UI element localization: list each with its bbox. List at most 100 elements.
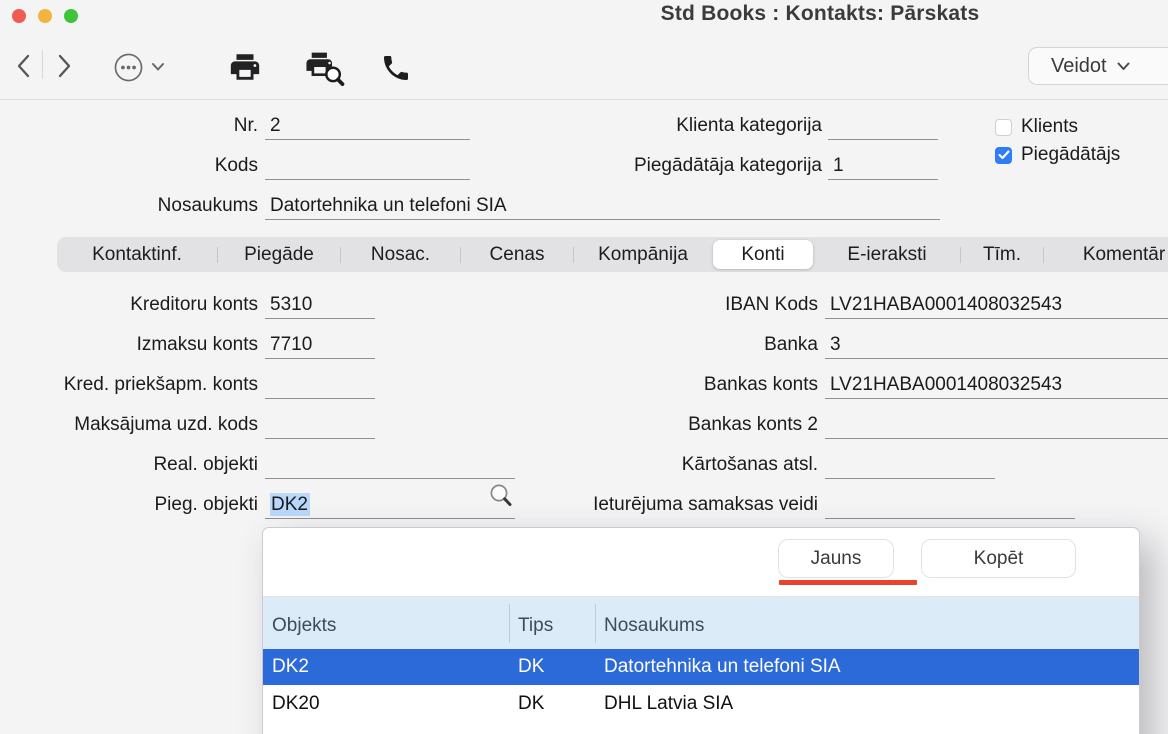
bankas-konts-field[interactable]: LV21HABA0001408032543 (825, 371, 1168, 399)
field-label-kartosanas-atsl: Kārtošanas atsl. (500, 451, 818, 479)
minimize-window-button[interactable] (38, 9, 52, 23)
piegadataja-kategorija-value: 1 (833, 155, 844, 176)
create-button[interactable]: Veidot (1028, 47, 1168, 85)
banka-value: 3 (830, 334, 841, 355)
tab-piegade[interactable]: Piegāde (218, 237, 340, 272)
tab-cenas[interactable]: Cenas (461, 237, 573, 272)
bankas-konts-value: LV21HABA0001408032543 (830, 374, 1062, 395)
klients-checkbox-row[interactable]: Klients (995, 116, 1078, 138)
phone-button[interactable] (378, 49, 414, 87)
izmaksu-konts-value: 7710 (270, 334, 312, 355)
piegadataja-kategorija-field[interactable]: 1 (828, 152, 938, 180)
ellipsis-circle-icon (113, 52, 144, 83)
bankas-konts-2-field[interactable] (825, 411, 1168, 439)
piegadatajs-checkbox[interactable] (995, 147, 1012, 164)
window-title: Std Books : Kontakts: Pārskats (520, 2, 1120, 26)
field-label-izmaksu-konts: Izmaksu konts (0, 331, 258, 359)
maksajuma-uzd-kods-field[interactable] (265, 411, 375, 439)
izmaksu-konts-field[interactable]: 7710 (265, 331, 375, 359)
forward-chevron-icon (55, 53, 73, 79)
close-window-button[interactable] (12, 9, 26, 23)
paste-special-popup: Jauns Kopēt Objekts Tips Nosaukums DK2 D… (262, 527, 1140, 734)
nosaukums-field[interactable]: Datortehnika un telefoni SIA (265, 192, 940, 220)
field-label-bankas-konts: Bankas konts (500, 371, 818, 399)
column-header-nosaukums[interactable]: Nosaukums (604, 615, 704, 637)
back-button[interactable] (12, 51, 36, 81)
active-button-underline (779, 580, 917, 585)
app-window: Std Books : Kontakts: Pārskats Veidot Nr… (0, 0, 1168, 734)
banka-field[interactable]: 3 (825, 331, 1168, 359)
chevron-down-icon (1117, 62, 1130, 71)
table-header-row: Objekts Tips Nosaukums (263, 596, 1139, 649)
kreditoru-konts-field[interactable]: 5310 (265, 291, 375, 319)
kreditoru-konts-value: 5310 (270, 294, 312, 315)
more-options-button[interactable] (113, 51, 165, 83)
field-label-real-objekti: Real. objekti (0, 451, 258, 479)
field-label-klienta-kategorija: Klienta kategorija (540, 112, 822, 140)
kods-field[interactable] (265, 152, 470, 180)
tab-e-ieraksti[interactable]: E-ieraksti (814, 237, 960, 272)
tab-komentars[interactable]: Komentār (1044, 237, 1168, 272)
field-label-iban-kods: IBAN Kods (500, 291, 818, 319)
klients-checkbox[interactable] (995, 119, 1012, 136)
zoom-window-button[interactable] (64, 9, 78, 23)
print-button[interactable] (225, 48, 265, 86)
field-label-banka: Banka (500, 331, 818, 359)
column-header-tips[interactable]: Tips (518, 615, 553, 637)
pieg-objekti-field[interactable]: DK2 (265, 491, 515, 519)
print-preview-button[interactable] (300, 48, 348, 88)
ieturejuma-samaksas-veidi-field[interactable] (825, 491, 1075, 519)
printer-preview-icon (302, 49, 346, 87)
field-label-pieg-objekti: Pieg. objekti (0, 491, 258, 519)
row-nosaukums: DHL Latvia SIA (604, 693, 733, 715)
field-label-bankas-konts-2: Bankas konts 2 (500, 411, 818, 439)
forward-button[interactable] (52, 51, 76, 81)
nr-value: 2 (270, 115, 281, 136)
row-tips: DK (518, 656, 544, 678)
field-label-piegadataja-kategorija: Piegādātāja kategorija (540, 152, 822, 180)
nr-field[interactable]: 2 (265, 112, 470, 140)
create-button-label: Veidot (1051, 55, 1107, 78)
chevron-down-icon (151, 62, 165, 72)
column-header-objekts[interactable]: Objekts (272, 615, 336, 637)
tab-tim[interactable]: Tīm. (961, 237, 1043, 272)
field-label-kreditoru-konts: Kreditoru konts (0, 291, 258, 319)
pieg-objekti-value: DK2 (270, 493, 310, 516)
field-label-nr: Nr. (0, 112, 258, 140)
tab-nosac[interactable]: Nosac. (341, 237, 460, 272)
row-objekts: DK2 (272, 656, 309, 678)
phone-icon (380, 52, 412, 84)
kred-prieksapm-konts-field[interactable] (265, 371, 375, 399)
real-objekti-field[interactable] (265, 451, 515, 479)
iban-kods-value: LV21HABA0001408032543 (830, 294, 1062, 315)
back-chevron-icon (15, 53, 33, 79)
tab-bar: Kontaktinf. Piegāde Nosac. Cenas Kompāni… (57, 237, 1168, 272)
klienta-kategorija-field[interactable] (828, 112, 938, 140)
checkmark-icon (998, 150, 1010, 160)
tab-kompanija[interactable]: Kompānija (574, 237, 712, 272)
field-label-maksajuma-uzd-kods: Maksājuma uzd. kods (0, 411, 258, 439)
nosaukums-value: Datortehnika un telefoni SIA (270, 195, 507, 216)
column-divider (595, 604, 596, 643)
printer-icon (228, 50, 262, 84)
piegadatajs-checkbox-row[interactable]: Piegādātājs (995, 144, 1120, 166)
field-label-kred-prieksapm-konts: Kred. priekšapm. konts (0, 371, 258, 399)
copy-button[interactable]: Kopēt (921, 539, 1076, 578)
kartosanas-atsl-field[interactable] (825, 451, 995, 479)
row-nosaukums: Datortehnika un telefoni SIA (604, 656, 841, 678)
iban-kods-field[interactable]: LV21HABA0001408032543 (825, 291, 1168, 319)
tab-kontaktinf[interactable]: Kontaktinf. (57, 237, 217, 272)
field-label-nosaukums: Nosaukums (0, 192, 258, 220)
toolbar-divider (42, 50, 43, 79)
row-tips: DK (518, 693, 544, 715)
tab-konti[interactable]: Konti (713, 240, 813, 269)
toolbar-separator (0, 99, 1168, 100)
field-label-kods: Kods (0, 152, 258, 180)
table-row[interactable]: DK20 DK DHL Latvia SIA (263, 685, 1139, 723)
table-row-selected[interactable]: DK2 DK Datortehnika un telefoni SIA (263, 649, 1139, 685)
row-objekts: DK20 (272, 693, 320, 715)
field-label-ieturejuma-samaksas-veidi: Ieturējuma samaksas veidi (500, 491, 818, 519)
klients-checkbox-label: Klients (1021, 116, 1078, 138)
piegadatajs-checkbox-label: Piegādātājs (1021, 144, 1120, 166)
new-button[interactable]: Jauns (778, 539, 894, 578)
